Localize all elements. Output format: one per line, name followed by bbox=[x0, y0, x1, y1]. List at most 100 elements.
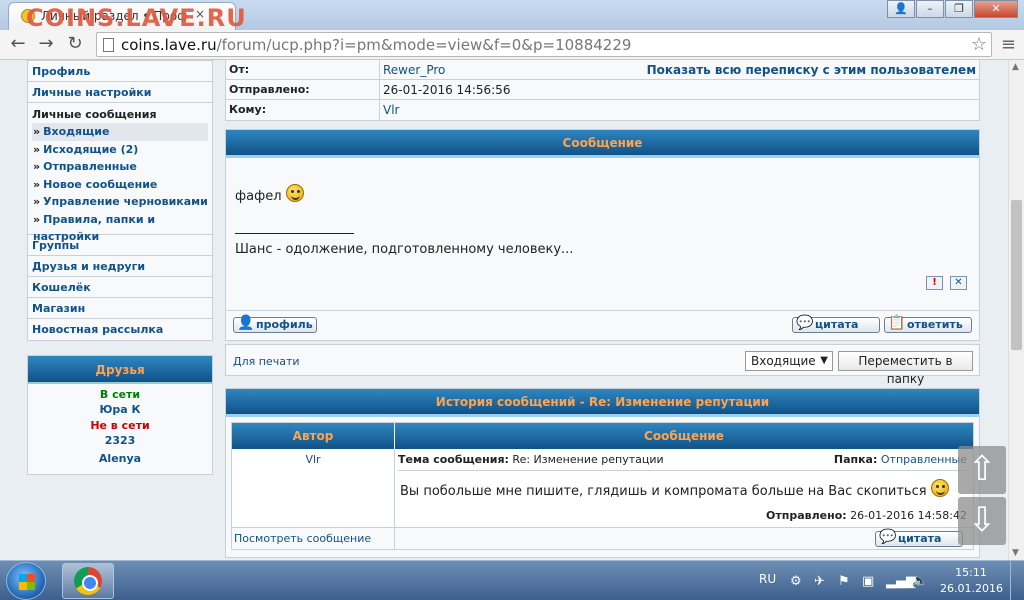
taskbar-clock[interactable]: 15:11 26.01.2016 bbox=[940, 565, 1003, 597]
history-folder-link[interactable]: Отправленные bbox=[881, 453, 967, 466]
browser-titlebar: Личный раздел • Проф × COINS.LAVE.RU 👤 –… bbox=[0, 0, 1024, 32]
sidebar-pm-title: Личные сообщения bbox=[32, 108, 157, 121]
history-subject: Тема сообщения: Re: Изменение репутации bbox=[398, 453, 664, 466]
sidebar-item-drafts[interactable]: » Управление черновиками bbox=[32, 193, 208, 211]
reply-icon: 📋 bbox=[888, 315, 906, 331]
sidebar-item-new-message[interactable]: » Новое сообщение bbox=[32, 176, 208, 194]
history-message-text: Вы побольше мне пишите, глядишь и компро… bbox=[400, 479, 949, 499]
history-row: Vlr Тема сообщения: Re: Изменение репута… bbox=[232, 449, 973, 527]
chrome-icon bbox=[74, 567, 102, 595]
browser-menu-icon[interactable]: ≡ bbox=[1001, 34, 1016, 55]
scroll-to-top-button[interactable]: ⇧ bbox=[958, 446, 1006, 494]
scroll-thumb[interactable] bbox=[1011, 200, 1022, 350]
print-link[interactable]: Для печати bbox=[233, 355, 300, 368]
scroll-down-arrow-icon[interactable]: ▼ bbox=[1012, 548, 1019, 558]
signature-divider bbox=[235, 233, 354, 234]
sidebar-item-inbox[interactable]: » Входящие bbox=[32, 123, 208, 141]
url-text: coins.lave.ru/forum/ucp.php?i=pm&mode=vi… bbox=[121, 36, 632, 54]
tray-device-icon[interactable]: ▣ bbox=[862, 574, 874, 589]
friend-link[interactable]: Alenya bbox=[28, 452, 212, 468]
main-content: От: Rewer_Pro Показать всю переписку с э… bbox=[225, 60, 980, 558]
friends-panel: Друзья В сети Юра К Не в сети 2323 Aleny… bbox=[27, 355, 213, 475]
clock-time: 15:11 bbox=[955, 566, 987, 579]
vertical-scrollbar[interactable]: ▲ ▼ bbox=[1008, 60, 1024, 560]
message-text: фафел bbox=[235, 184, 304, 204]
browser-toolbar: ← → ↻ coins.lave.ru/forum/ucp.php?i=pm&m… bbox=[0, 30, 1024, 60]
history-col-author: Автор bbox=[232, 423, 395, 449]
sent-label: Отправлено: bbox=[229, 83, 310, 96]
windows-logo-icon bbox=[19, 574, 35, 590]
friend-link[interactable]: 2323 bbox=[28, 434, 212, 450]
history-quote-button[interactable]: 💬 цитата bbox=[875, 530, 963, 547]
taskbar-chrome-button[interactable] bbox=[62, 563, 114, 599]
report-icon[interactable]: ! bbox=[926, 276, 943, 290]
tray-volume-icon[interactable]: 🔈 bbox=[912, 574, 928, 589]
minimize-button[interactable]: – bbox=[916, 0, 944, 18]
scroll-up-arrow-icon[interactable]: ▲ bbox=[1012, 62, 1019, 72]
folder-select[interactable]: Входящие ▼ bbox=[745, 351, 833, 371]
page-viewport: Профиль Личные настройки Личные сообщени… bbox=[0, 60, 1008, 560]
close-window-button[interactable]: ✕ bbox=[974, 0, 1018, 18]
message-panel-title: Сообщение bbox=[226, 130, 979, 158]
sidebar-item-groups[interactable]: Группы bbox=[28, 235, 212, 256]
forward-button[interactable]: → bbox=[34, 33, 58, 57]
scroll-to-bottom-button[interactable]: ⇩ bbox=[958, 497, 1006, 545]
sidebar-item-newsletter[interactable]: Новостная рассылка bbox=[28, 319, 212, 340]
online-label: В сети bbox=[99, 388, 141, 401]
start-button[interactable] bbox=[6, 562, 46, 600]
tray-security-icon[interactable]: ✈ bbox=[814, 574, 825, 589]
to-label: Кому: bbox=[229, 103, 267, 116]
history-folder: Папка: Отправленные bbox=[833, 453, 967, 466]
to-user-link[interactable]: Vlr bbox=[383, 100, 399, 120]
message-body: фафел Шанс - одолжение, подготовленному … bbox=[226, 158, 979, 310]
signature-text: Шанс - одолжение, подготовленному челове… bbox=[235, 242, 574, 257]
history-title: История сообщений - Re: Изменение репута… bbox=[226, 389, 979, 417]
history-sent: Отправлено: 26-01-2016 14:58:42 bbox=[766, 509, 967, 522]
delete-icon[interactable]: ✕ bbox=[950, 276, 967, 290]
smiley-icon bbox=[930, 479, 949, 497]
reload-button[interactable]: ↻ bbox=[63, 33, 87, 57]
message-history: История сообщений - Re: Изменение репута… bbox=[225, 388, 980, 558]
bookmark-star-icon[interactable]: ☆ bbox=[971, 34, 987, 55]
reply-button[interactable]: 📋 ответить bbox=[884, 315, 972, 333]
sidebar-item-rules[interactable]: » Правила, папки и настройки bbox=[32, 211, 208, 243]
sent-value: 26-01-2016 14:56:56 bbox=[383, 83, 511, 97]
message-header: От: Rewer_Pro Показать всю переписку с э… bbox=[225, 60, 980, 121]
sidebar-item-friends-foes[interactable]: Друзья и недруги bbox=[28, 256, 212, 277]
view-message-link[interactable]: Посмотреть сообщение bbox=[232, 528, 395, 549]
clock-date: 26.01.2016 bbox=[940, 582, 1003, 595]
language-indicator[interactable]: RU bbox=[759, 572, 776, 586]
site-watermark: COINS.LAVE.RU bbox=[26, 4, 247, 32]
offline-label: Не в сети bbox=[90, 419, 150, 432]
show-desktop-button[interactable] bbox=[1010, 561, 1024, 600]
sidebar-item-sent[interactable]: » Отправленные bbox=[32, 158, 208, 176]
sidebar-item-profile[interactable]: Профиль bbox=[28, 61, 212, 82]
quote-button[interactable]: 💬 цитата bbox=[792, 315, 880, 333]
from-user-link[interactable]: Rewer_Pro bbox=[383, 60, 445, 80]
sent-row: Отправлено: 26-01-2016 14:56:56 bbox=[226, 80, 979, 100]
address-bar[interactable]: coins.lave.ru/forum/ucp.php?i=pm&mode=vi… bbox=[96, 32, 992, 57]
history-author-link[interactable]: Vlr bbox=[232, 449, 395, 527]
friends-title: Друзья bbox=[28, 356, 212, 384]
profile-button[interactable]: 👤 профиль bbox=[233, 316, 317, 333]
show-all-conversation-link[interactable]: Показать всю переписку с этим пользовате… bbox=[647, 60, 976, 80]
move-to-folder-button[interactable]: Переместить в папку bbox=[838, 351, 973, 386]
pm-submenu: » Входящие » Исходящие (2) » Отправленные »… bbox=[28, 123, 212, 243]
sidebar-item-personal-settings[interactable]: Личные настройки bbox=[28, 82, 212, 103]
smiley-icon bbox=[285, 184, 304, 202]
tray-flag-icon[interactable]: ⚑ bbox=[838, 574, 850, 589]
user-icon[interactable]: 👤 bbox=[887, 0, 915, 18]
back-button[interactable]: ← bbox=[6, 33, 30, 57]
from-label: От: bbox=[229, 63, 250, 76]
maximize-button[interactable]: ❐ bbox=[945, 0, 973, 18]
friend-link[interactable]: Юра К bbox=[28, 403, 212, 419]
sidebar: Профиль Личные настройки Личные сообщени… bbox=[27, 60, 213, 475]
sidebar-item-outbox[interactable]: » Исходящие (2) bbox=[32, 141, 208, 159]
history-col-message: Сообщение bbox=[395, 423, 973, 449]
quote-icon: 💬 bbox=[796, 315, 814, 331]
sidebar-item-wallet[interactable]: Кошелёк bbox=[28, 277, 212, 298]
page-icon bbox=[103, 38, 114, 52]
tray-settings-icon[interactable]: ⚙ bbox=[790, 574, 802, 589]
window-controls: 👤 – ❐ ✕ bbox=[886, 0, 1018, 18]
sidebar-item-shop[interactable]: Магазин bbox=[28, 298, 212, 319]
